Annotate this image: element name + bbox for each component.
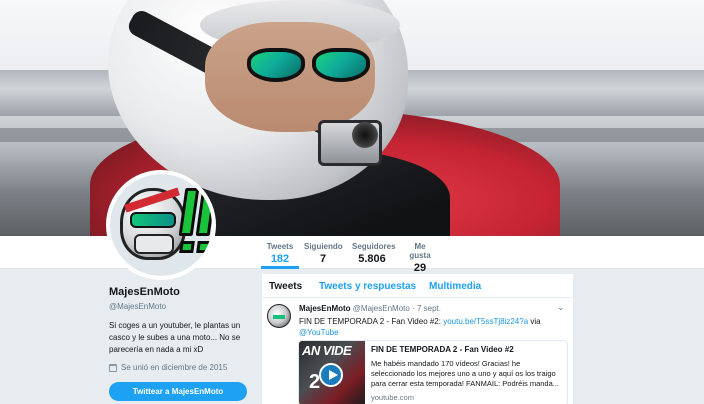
tweet-item[interactable]: MajesEnMoto @MajesEnMoto · 7 sept. ⌄ FIN…: [262, 298, 573, 404]
tweet-date[interactable]: · 7 sept.: [412, 304, 441, 313]
stat-value: 7: [319, 253, 327, 265]
avatar-visor: [130, 212, 176, 228]
banner-sunglasses-lens: [247, 48, 305, 82]
card-body: FIN DE TEMPORADA 2 - Fan Video #2 Me hab…: [371, 345, 565, 402]
stat-value: 5.806: [358, 253, 386, 265]
tweet-to-button[interactable]: Twittear a MajesEnMoto: [109, 382, 247, 401]
tab-tweets-replies[interactable]: Tweets y respuestas: [319, 281, 416, 292]
stat-likes[interactable]: Me gusta 29: [403, 242, 437, 274]
profile-card: MajesEnMoto @MajesEnMoto Si coges a un y…: [109, 286, 259, 401]
avatar-image: [110, 174, 212, 276]
calendar-icon: [109, 363, 117, 372]
tab-media[interactable]: Multimedia: [429, 281, 481, 292]
play-icon[interactable]: [319, 363, 343, 387]
tweet-link[interactable]: youtu.be/T5ssTj8iz24?a: [443, 317, 528, 326]
avatar-chin-guard: [134, 234, 174, 254]
joined-text: Se unió en diciembre de 2015: [121, 363, 228, 372]
banner-camera-lens: [352, 122, 378, 148]
tweet-author-name[interactable]: MajesEnMoto: [299, 304, 351, 313]
profile-nav: Tweets 182 Siguiendo 7 Seguidores 5.806 …: [0, 236, 704, 274]
tweet-avatar[interactable]: [267, 304, 291, 328]
tweet-via: via: [528, 317, 541, 326]
stat-label: Me gusta: [409, 242, 431, 260]
profile-handle[interactable]: @MajesEnMoto: [109, 302, 259, 311]
timeline-tabs: Tweets Tweets y respuestas Multimedia: [262, 274, 573, 298]
exclamation-dot: [196, 241, 212, 253]
card-title: FIN DE TEMPORADA 2 - Fan Video #2: [371, 345, 514, 354]
chevron-down-icon[interactable]: ⌄: [557, 302, 565, 313]
tweet-text-main: FIN DE TEMPORADA 2 - Fan Video #2:: [299, 317, 444, 326]
card-domain: youtube.com: [371, 393, 414, 402]
profile-avatar[interactable]: [106, 170, 216, 280]
exclamation-dot: [179, 241, 195, 253]
stat-followers[interactable]: Seguidores 5.806: [352, 242, 396, 269]
stat-label: Seguidores: [352, 242, 396, 251]
tweet-text: FIN DE TEMPORADA 2 - Fan Video #2: youtu…: [299, 316, 564, 338]
banner-sunglasses-lens: [312, 48, 370, 82]
tweet-header: MajesEnMoto @MajesEnMoto · 7 sept.: [299, 304, 441, 313]
tweet-author-handle[interactable]: @MajesEnMoto: [353, 304, 410, 313]
stat-following[interactable]: Siguiendo 7: [304, 242, 343, 269]
stat-value: 29: [413, 262, 427, 274]
thumbnail-text: AN VIDE: [302, 343, 352, 358]
stat-value: 182: [270, 253, 290, 265]
stat-label: Tweets: [266, 242, 294, 251]
tab-tweets[interactable]: Tweets: [269, 281, 302, 292]
tweet-mention[interactable]: @YouTube: [299, 328, 339, 337]
profile-name[interactable]: MajesEnMoto: [109, 286, 259, 298]
video-thumbnail[interactable]: AN VIDE 2: [299, 341, 365, 404]
link-card[interactable]: AN VIDE 2 FIN DE TEMPORADA 2 - Fan Video…: [298, 340, 568, 404]
stat-tweets[interactable]: Tweets 182: [261, 242, 299, 269]
profile-joined: Se unió en diciembre de 2015: [109, 363, 259, 372]
profile-banner[interactable]: [0, 0, 704, 236]
profile-bio: Si coges a un youtuber, le plantas un ca…: [109, 321, 241, 354]
timeline: Tweets Tweets y respuestas Multimedia Ma…: [262, 274, 573, 404]
stat-label: Siguiendo: [304, 242, 343, 251]
card-description: Me habéis mandado 170 vídeos! Gracias! h…: [371, 359, 560, 388]
